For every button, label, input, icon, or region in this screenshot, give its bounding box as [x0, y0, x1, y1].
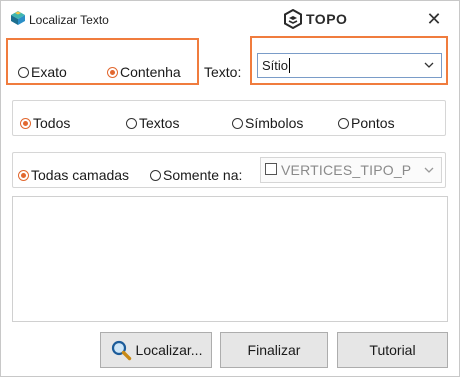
- tutorial-button-label: Tutorial: [369, 342, 416, 358]
- results-list[interactable]: [12, 196, 448, 322]
- radio-points-indicator[interactable]: [338, 117, 349, 129]
- radio-contains[interactable]: Contenha: [107, 64, 181, 80]
- text-search-value[interactable]: Sítio: [262, 58, 291, 73]
- finish-button[interactable]: Finalizar: [220, 332, 328, 368]
- text-cursor: [289, 58, 291, 73]
- finish-button-label: Finalizar: [247, 342, 301, 358]
- radio-points[interactable]: Pontos: [338, 115, 395, 131]
- window-title: Localizar Texto: [29, 13, 109, 27]
- radio-exact-indicator[interactable]: [18, 66, 29, 78]
- radio-only-layer-label: Somente na:: [163, 167, 243, 183]
- radio-all[interactable]: Todos: [20, 115, 70, 131]
- radio-symbols-indicator[interactable]: [232, 117, 243, 129]
- search-button[interactable]: Localizar...: [100, 332, 212, 368]
- chevron-down-icon[interactable]: [423, 164, 435, 176]
- topo-logo-icon: [284, 9, 302, 29]
- radio-symbols[interactable]: Símbolos: [232, 115, 303, 131]
- close-icon[interactable]: ✕: [425, 10, 443, 28]
- app-icon: [11, 11, 25, 25]
- radio-all-label: Todos: [33, 115, 71, 131]
- radio-contains-label: Contenha: [120, 64, 181, 80]
- radio-exact[interactable]: Exato: [18, 64, 67, 80]
- radio-only-layer[interactable]: Somente na:: [150, 167, 242, 183]
- radio-texts-label: Textos: [139, 115, 180, 131]
- radio-points-label: Pontos: [351, 115, 395, 131]
- layer-select-value: VERTICES_TIPO_P: [281, 162, 412, 178]
- radio-all-layers-label: Todas camadas: [31, 167, 130, 183]
- text-label: Texto:: [204, 64, 242, 80]
- radio-symbols-label: Símbolos: [245, 115, 304, 131]
- title-bar[interactable]: Localizar Texto TOPO ✕: [1, 1, 459, 37]
- radio-texts[interactable]: Textos: [126, 115, 179, 131]
- brand-logo: TOPO: [283, 9, 347, 29]
- search-button-label: Localizar...: [135, 342, 203, 358]
- radio-all-layers-indicator[interactable]: [18, 169, 29, 181]
- layer-checkbox[interactable]: [265, 163, 277, 175]
- find-text-dialog: Localizar Texto TOPO ✕ Exato Contenha Te…: [0, 0, 460, 377]
- brand-text: TOPO: [306, 11, 348, 27]
- magnifier-icon: [111, 340, 131, 361]
- radio-contains-indicator[interactable]: [107, 66, 118, 78]
- radio-exact-label: Exato: [31, 64, 67, 80]
- radio-all-indicator[interactable]: [20, 117, 31, 129]
- chevron-down-icon[interactable]: [423, 59, 435, 71]
- layer-select[interactable]: VERTICES_TIPO_P: [260, 157, 442, 183]
- tutorial-button[interactable]: Tutorial: [337, 332, 448, 368]
- radio-only-layer-indicator[interactable]: [150, 169, 161, 181]
- text-search-combobox[interactable]: Sítio: [257, 53, 442, 78]
- radio-texts-indicator[interactable]: [126, 117, 137, 129]
- radio-all-layers[interactable]: Todas camadas: [18, 167, 129, 183]
